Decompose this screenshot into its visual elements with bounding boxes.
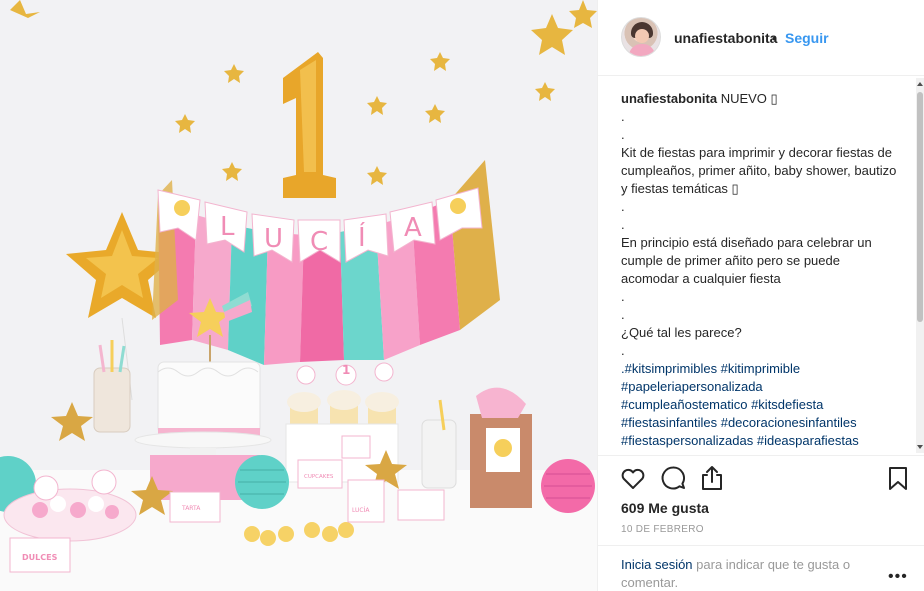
comment-prompt: Inicia sesión para indicar que te gusta … (598, 545, 924, 591)
caption-line: . (621, 217, 625, 232)
gift-bag (470, 387, 532, 508)
header-separator: • (772, 30, 777, 46)
more-icon[interactable]: ••• (888, 568, 908, 586)
share-icon[interactable] (698, 464, 726, 492)
caption-line: ¿Qué tal les parece? (621, 325, 742, 340)
header-username[interactable]: unafiestabonita (674, 30, 777, 46)
hashtag-line[interactable]: #fiestaspersonalizadas #ideasparafiestas (621, 432, 901, 450)
banner-letter-1: L (220, 212, 235, 242)
banner-letter-2: U (264, 224, 283, 254)
milk-bottle (421, 419, 457, 489)
caption-line: . (621, 343, 625, 358)
heart-icon[interactable] (619, 464, 647, 492)
hashtag-line[interactable]: #papeleriapersonalizada (621, 378, 901, 396)
comment-icon[interactable] (659, 464, 687, 492)
cupcake-topper-number: 1 (342, 363, 350, 377)
caption-line: . (621, 199, 625, 214)
dulces-label: DULCES (22, 553, 58, 562)
caption-line: En principio está diseñado para celebrar… (621, 235, 876, 286)
post-header: unafiestabonita • Seguir (598, 0, 924, 76)
banner-letter-3: C (310, 227, 328, 257)
post-sidebar: unafiestabonita • Seguir unafiestabonita… (597, 0, 924, 591)
caption-first-text: NUEVO ▯ (717, 91, 778, 106)
caption-username[interactable]: unafiestabonita (621, 91, 717, 106)
cupcakes-label: CUPCAKES (304, 474, 334, 480)
action-bar: 609 Me gusta 10 DE FEBRERO (598, 455, 924, 545)
hashtag-line[interactable]: .#kitsimprimibles #kitimprimible (621, 360, 901, 378)
login-prompt: Inicia sesión para indicar que te gusta … (621, 556, 881, 591)
login-link[interactable]: Inicia sesión (621, 557, 693, 572)
caption-line: . (621, 289, 625, 304)
caption-first-line: unafiestabonita NUEVO ▯ (621, 90, 901, 108)
caption-line: Kit de fiestas para imprimir y decorar f… (621, 145, 900, 196)
lucia-label: LUCÍA (352, 507, 370, 514)
scroll-down-arrow[interactable] (917, 445, 923, 449)
caption-line: . (621, 127, 625, 142)
post-photo[interactable]: L U C Í A DULCES TARTA CUPCAKES LUCÍA 1 (0, 0, 597, 591)
caption: unafiestabonita NUEVO ▯ . . Kit de fiest… (621, 90, 901, 450)
banner-letter-5: A (404, 213, 422, 243)
bookmark-icon[interactable] (884, 464, 912, 492)
banner-letter-4: Í (358, 221, 366, 253)
tarta-label: TARTA (181, 505, 201, 512)
like-count[interactable]: 609 Me gusta (621, 500, 709, 516)
caption-scrollbar[interactable] (916, 78, 924, 453)
avatar[interactable] (621, 17, 661, 57)
party-scene: L U C Í A DULCES TARTA CUPCAKES LUCÍA 1 (0, 0, 597, 591)
caption-line: . (621, 109, 625, 124)
hashtag-line[interactable]: #fiestasinfantiles #decoracionesinfantil… (621, 414, 901, 432)
scroll-thumb[interactable] (917, 92, 923, 322)
post-date[interactable]: 10 DE FEBRERO (621, 524, 704, 535)
caption-line: . (621, 307, 625, 322)
follow-button[interactable]: Seguir (785, 30, 829, 46)
hashtag-line[interactable]: #cumpleañostematico #kitsdefiesta (621, 396, 901, 414)
scroll-up-arrow[interactable] (917, 82, 923, 86)
